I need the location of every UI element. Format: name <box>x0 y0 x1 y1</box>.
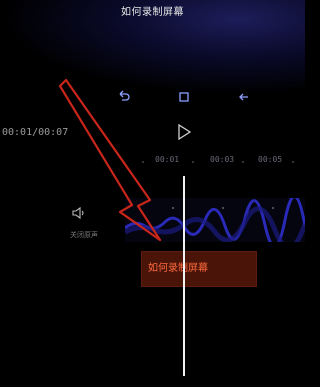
audio-toggle-label[interactable]: 关闭原声 <box>70 230 98 240</box>
play-icon[interactable] <box>177 123 192 141</box>
timeline-tick: 00:01 <box>155 155 180 164</box>
timeline-dot <box>292 161 294 163</box>
arrow-left-icon[interactable] <box>237 90 251 104</box>
playhead[interactable] <box>183 176 185 376</box>
subtitle-clip[interactable]: 如何录制屏幕 <box>141 251 257 287</box>
video-track-waveform[interactable] <box>125 198 305 242</box>
undo-icon[interactable] <box>117 90 131 104</box>
volume-icon[interactable] <box>72 205 86 220</box>
subtitle-clip-label: 如何录制屏幕 <box>148 263 208 274</box>
timeline-ruler[interactable]: 00:01 00:03 00:05 <box>130 155 305 171</box>
timeline-dot <box>242 161 244 163</box>
timeline-tick: 00:05 <box>258 155 283 164</box>
fullscreen-icon[interactable] <box>177 90 191 104</box>
timecode: 00:01/00:07 <box>2 127 69 138</box>
timeline-dot <box>142 161 144 163</box>
video-title: 如何录制屏幕 <box>121 7 184 18</box>
timeline-dot <box>192 161 194 163</box>
timeline-tick: 00:03 <box>210 155 235 164</box>
